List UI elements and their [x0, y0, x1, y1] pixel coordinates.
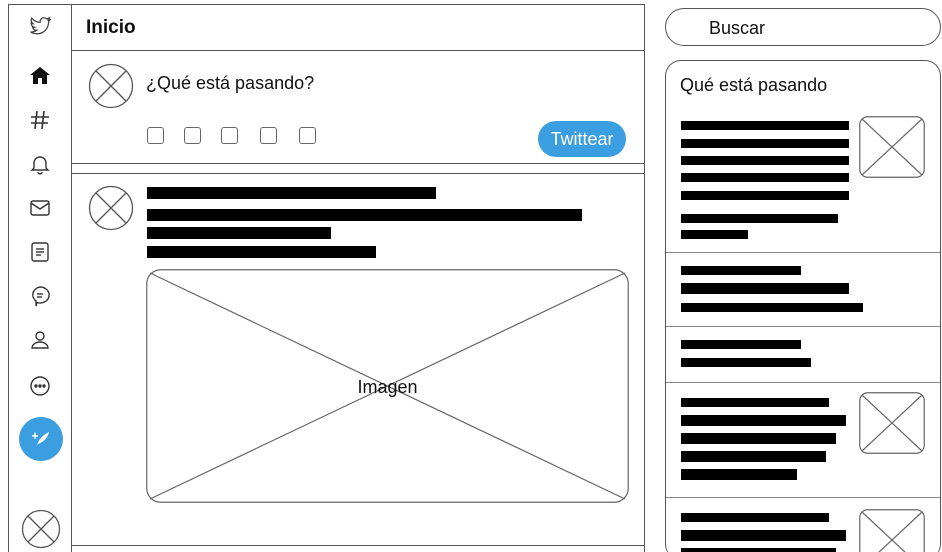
bell-icon[interactable] — [27, 151, 53, 177]
profile-icon[interactable] — [27, 327, 53, 353]
trend-text-line — [681, 433, 836, 444]
trends-panel: Qué está pasando — [665, 60, 941, 552]
tweet-composer: ¿Qué está pasando? Twittear — [72, 51, 644, 164]
tweet-text-line — [147, 227, 331, 239]
composer-tool-3[interactable] — [221, 127, 238, 144]
divider — [666, 252, 940, 253]
tweet-image[interactable]: Imagen — [146, 269, 629, 503]
trend-text-line — [681, 513, 829, 522]
image-label: Imagen — [357, 377, 418, 397]
hashtag-icon[interactable] — [27, 107, 53, 133]
trend-text-line — [681, 340, 801, 349]
trend-text-line — [681, 156, 849, 165]
trend-text-line — [681, 469, 797, 480]
tweet-avatar[interactable] — [88, 185, 134, 231]
tweet-text-line — [147, 187, 436, 199]
divider — [72, 173, 644, 174]
trend-text-line — [681, 303, 863, 312]
user-avatar[interactable] — [21, 509, 61, 549]
sidebar-nav — [8, 4, 72, 552]
trend-text-line — [681, 139, 849, 148]
tweet-text-line — [147, 246, 376, 258]
divider — [72, 545, 644, 546]
mail-icon[interactable] — [27, 195, 53, 221]
search-input[interactable]: Buscar — [665, 8, 941, 46]
trend-text-line — [681, 451, 826, 462]
composer-tool-5[interactable] — [299, 127, 316, 144]
feather-plus-icon — [32, 432, 49, 445]
trend-text-line — [681, 283, 849, 294]
composer-input[interactable]: ¿Qué está pasando? — [146, 73, 314, 94]
twitter-bird-icon[interactable] — [27, 13, 53, 39]
trend-thumbnail[interactable] — [859, 116, 925, 178]
divider — [666, 326, 940, 327]
trend-text-line — [681, 191, 849, 200]
list-icon[interactable] — [27, 239, 53, 265]
trend-text-line — [681, 415, 846, 426]
trend-thumbnail[interactable] — [859, 509, 925, 552]
page-title: Inicio — [86, 17, 136, 38]
trend-text-line — [681, 173, 849, 182]
trend-text-line — [681, 398, 829, 407]
trend-text-line — [681, 230, 748, 239]
composer-tool-1[interactable] — [147, 127, 164, 144]
main-column: Inicio ¿Qué está pasando? Twittear Image… — [72, 4, 645, 552]
tweet-text-line — [147, 209, 582, 221]
home-icon[interactable] — [27, 63, 53, 89]
search-placeholder: Buscar — [709, 18, 766, 38]
divider — [666, 382, 940, 383]
trend-thumbnail[interactable] — [859, 392, 925, 454]
composer-tool-2[interactable] — [184, 127, 201, 144]
composer-avatar — [88, 63, 134, 109]
trend-text-line — [681, 358, 811, 367]
trend-text-line — [681, 121, 849, 130]
divider — [666, 497, 940, 498]
tweet-button[interactable]: Twittear — [538, 121, 626, 157]
trend-text-line — [681, 214, 838, 223]
tweet-card[interactable]: Imagen — [72, 175, 644, 545]
trend-text-line — [681, 530, 846, 541]
more-icon[interactable] — [27, 373, 53, 399]
composer-tool-4[interactable] — [260, 127, 277, 144]
compose-tweet-button[interactable] — [19, 417, 63, 461]
trend-text-line — [681, 266, 801, 275]
trends-title: Qué está pasando — [680, 75, 828, 95]
main-header: Inicio — [72, 5, 644, 51]
chat-icon[interactable] — [27, 283, 53, 309]
app-frame: Inicio ¿Qué está pasando? Twittear Image… — [0, 0, 942, 552]
trend-text-line — [681, 548, 836, 552]
